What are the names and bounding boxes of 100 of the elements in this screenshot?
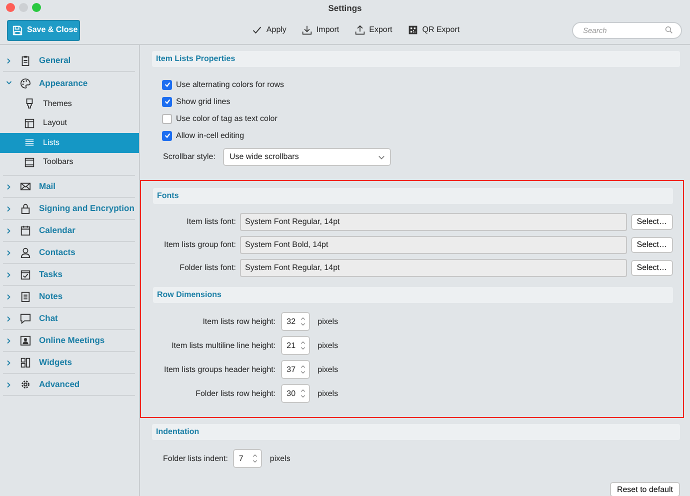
chevron-right-icon [6,360,12,366]
video-meeting-icon [20,335,31,346]
stepper-arrows-icon [300,340,306,351]
checkbox[interactable] [162,114,172,124]
number-spinner[interactable]: 37 [280,360,310,379]
reset-button[interactable]: Reset to default [610,482,680,496]
chevron-right-icon [6,316,12,322]
notepad-icon [20,291,31,302]
qr-code-icon [408,25,418,35]
widgets-grid-icon [20,357,31,368]
chevron-right-icon [6,294,12,300]
list-icon [24,137,35,148]
number-spinner[interactable]: 21 [280,336,310,355]
font-field: System Font Regular, 14pt [240,213,627,231]
chevron-right-icon [6,272,12,278]
field-label: Folder lists row height: [194,388,276,400]
envelope-icon [20,181,31,192]
checkbox-label: Show grid lines [176,96,230,108]
unit-label: pixels [318,316,338,328]
calendar-icon [20,225,31,236]
sidebar-item[interactable]: General [3,50,135,72]
section-header: Fonts [153,188,673,204]
field-label: Folder lists indent: [163,452,228,464]
chevron-right-icon [6,250,12,256]
sidebar-item[interactable]: Calendar [3,220,135,242]
select-button[interactable]: Select… [630,214,673,230]
sidebar-item[interactable]: Signing and Encryption [3,198,135,220]
chevron-right-icon [6,206,12,212]
chevron-right-icon [6,58,12,64]
checkbox[interactable] [162,80,172,90]
layout-icon [24,118,35,129]
field-label: Folder lists font: [178,262,236,274]
field-label: Item lists row height: [202,316,276,328]
chevron-right-icon [6,228,12,234]
select-button[interactable]: Select… [630,237,673,253]
maximize-window-button[interactable] [32,3,41,12]
stepper-arrows-icon [252,453,258,464]
sidebar-item[interactable]: Widgets [3,352,135,374]
number-spinner[interactable]: 32 [280,312,310,331]
sidebar-subitem[interactable]: Themes [0,94,139,114]
person-icon [20,247,31,258]
dropdown[interactable]: Use wide scrollbars [223,148,392,166]
unit-label: pixels [270,452,290,464]
search-icon [665,26,673,34]
chevron-down-icon [6,80,12,86]
unit-label: pixels [318,340,338,352]
close-window-button[interactable] [6,3,15,12]
field-label: Item lists groups header height: [164,364,276,376]
task-checkbox-icon [20,269,31,280]
checkbox[interactable] [162,96,172,106]
toolbar-window-icon [24,156,35,168]
select-button[interactable]: Select… [630,260,673,276]
stepper-arrows-icon [300,364,306,375]
stepper-arrows-icon [300,388,306,399]
unit-label: pixels [318,388,338,400]
chevron-right-icon [6,338,12,344]
palette-icon [20,78,31,88]
check-icon [252,25,262,35]
sidebar-item[interactable]: Contacts [3,242,135,264]
brush-icon [24,98,35,110]
section-header: Item Lists Properties [152,51,680,67]
section-header: Indentation [152,424,680,440]
font-field: System Font Bold, 14pt [240,236,627,254]
chevron-right-icon [6,382,12,388]
toolbar-button[interactable]: QR Export [408,24,460,36]
sidebar-subitem[interactable]: Layout [0,114,139,133]
field-label: Scrollbar style: [163,151,216,163]
download-icon [302,25,312,35]
padlock-icon [20,203,31,214]
section-header: Row Dimensions [153,287,673,303]
window-title: Settings [328,3,362,13]
sidebar-item[interactable]: Tasks [3,264,135,286]
field-label: Item lists multiline line height: [170,340,276,352]
checkbox-label: Allow in-cell editing [176,130,244,142]
sidebar-item[interactable]: Advanced [3,374,135,396]
gear-icon [20,379,31,390]
unit-label: pixels [318,364,338,376]
font-field: System Font Regular, 14pt [240,259,627,277]
chevron-down-icon [378,154,386,160]
chevron-right-icon [6,184,12,190]
checkbox-label: Use color of tag as text color [176,112,278,124]
sidebar-item[interactable]: Chat [3,308,135,330]
checkbox-label: Use alternating colors for rows [176,78,284,90]
upload-icon [355,25,366,35]
number-spinner[interactable]: 7 [232,449,262,468]
field-label: Item lists group font: [164,239,236,251]
stepper-arrows-icon [300,316,306,327]
speech-bubble-icon [20,313,31,324]
number-spinner[interactable]: 30 [280,384,310,403]
checkbox[interactable] [162,130,172,140]
sidebar-item[interactable]: Appearance [3,72,135,94]
toolbar-button[interactable]: Export [355,24,392,36]
toolbar-button[interactable]: Apply [252,24,286,36]
clipboard-icon [20,55,31,66]
field-label: Item lists font: [186,216,236,228]
sidebar-item[interactable]: Mail [3,176,135,198]
toolbar-button[interactable]: Import [302,24,340,36]
sidebar-item[interactable]: Online Meetings [3,330,135,352]
sidebar-subitem[interactable]: Toolbars [0,152,139,172]
sidebar-item[interactable]: Notes [3,286,135,308]
